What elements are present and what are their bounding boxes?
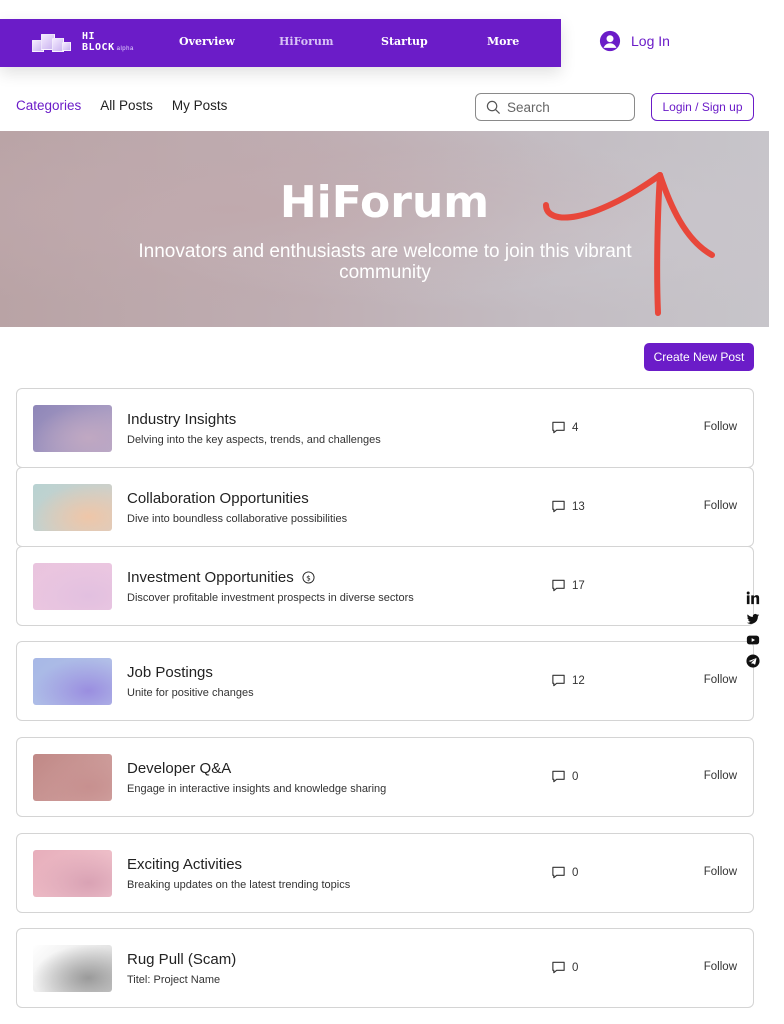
hero-banner: HiForum Innovators and enthusiasts are w… [0, 131, 769, 327]
category-description: Unite for positive changes [127, 687, 254, 699]
hero-title: HiForum [279, 177, 490, 228]
category-thumbnail [33, 754, 112, 801]
category-title[interactable]: Exciting Activities [127, 856, 242, 873]
category-title[interactable]: Job Postings [127, 664, 213, 681]
nav-more[interactable]: More [487, 35, 519, 48]
category-card[interactable]: Developer Q&A Engage in interactive insig… [16, 737, 754, 817]
top-bar: HI BLOCK alpha Overview HiForum Startup M… [0, 0, 784, 84]
comment-icon [552, 500, 565, 513]
linkedin-icon[interactable] [746, 591, 760, 605]
category-description: Discover profitable investment prospects… [127, 592, 414, 604]
twitter-icon[interactable] [746, 612, 760, 626]
category-description: Dive into boundless collaborative possib… [127, 513, 348, 525]
category-thumbnail [33, 658, 112, 705]
forum-tabs: Categories All Posts My Posts [16, 98, 227, 113]
comment-count: 0 [551, 865, 578, 880]
hero-subtitle: Innovators and enthusiasts are welcome t… [138, 241, 632, 283]
category-thumbnail [33, 945, 112, 992]
comment-icon [552, 866, 565, 879]
comment-icon [552, 674, 565, 687]
log-in-label: Log In [631, 33, 670, 49]
comment-count: 17 [551, 578, 585, 593]
comment-count: 12 [551, 673, 585, 688]
login-signup-button[interactable]: Login / Sign up [651, 93, 754, 121]
follow-button[interactable]: Follow [704, 866, 737, 878]
category-title[interactable]: Collaboration Opportunities [127, 490, 309, 507]
comment-count: 0 [551, 769, 578, 784]
tab-all-posts[interactable]: All Posts [100, 98, 153, 113]
follow-button[interactable]: Follow [704, 421, 737, 433]
follow-button[interactable]: Follow [704, 674, 737, 686]
dollar-coin-icon: $ [302, 571, 315, 584]
category-thumbnail [33, 563, 112, 610]
comment-icon [552, 579, 565, 592]
comment-icon [552, 770, 565, 783]
category-card[interactable]: Rug Pull (Scam) Titel: Project Name 0 Follo… [16, 928, 754, 1008]
category-card[interactable]: Collaboration Opportunities Dive into bou… [16, 467, 754, 547]
svg-text:$: $ [306, 573, 311, 582]
logo-wordmark: HI BLOCK alpha [82, 31, 134, 53]
comment-icon [552, 961, 565, 974]
search-box[interactable] [475, 93, 635, 121]
comment-count: 13 [551, 499, 585, 514]
category-thumbnail [33, 850, 112, 897]
category-card[interactable]: Job Postings Unite for positive changes 12… [16, 641, 754, 721]
nav-startup[interactable]: Startup [381, 35, 428, 48]
comment-icon [552, 421, 565, 434]
nav-hiforum[interactable]: HiForum [279, 35, 334, 48]
category-description: Engage in interactive insights and knowl… [127, 783, 387, 795]
user-avatar-icon [599, 30, 621, 52]
tab-my-posts[interactable]: My Posts [172, 98, 228, 113]
search-icon [486, 100, 501, 114]
social-links [746, 591, 762, 675]
create-new-post-button[interactable]: Create New Post [644, 343, 754, 371]
category-title[interactable]: Rug Pull (Scam) [127, 951, 236, 968]
telegram-icon[interactable] [746, 654, 760, 668]
category-description: Breaking updates on the latest trending … [127, 879, 351, 891]
follow-button[interactable]: Follow [704, 500, 737, 512]
category-title[interactable]: Industry Insights [127, 411, 236, 428]
comment-count: 0 [551, 960, 578, 975]
category-description: Delving into the key aspects, trends, an… [127, 434, 381, 446]
search-input[interactable] [507, 99, 627, 115]
tab-categories[interactable]: Categories [16, 98, 81, 113]
nav-overview[interactable]: Overview [179, 35, 235, 48]
follow-button[interactable]: Follow [704, 961, 737, 973]
category-card[interactable]: Industry Insights Delving into the key as… [16, 388, 754, 468]
main-nav: HI BLOCK alpha Overview HiForum Startup M… [0, 19, 561, 67]
logo-cubes-icon [32, 32, 78, 54]
hiblock-logo[interactable]: HI BLOCK alpha [32, 29, 152, 57]
log-in-link[interactable]: Log In [599, 30, 670, 52]
category-title[interactable]: Developer Q&A [127, 760, 231, 777]
category-card[interactable]: Investment Opportunities $ Discover profit… [16, 546, 754, 626]
youtube-icon[interactable] [746, 633, 760, 647]
category-title[interactable]: Investment Opportunities $ [127, 569, 315, 586]
follow-button[interactable]: Follow [704, 770, 737, 782]
category-thumbnail [33, 484, 112, 531]
category-card[interactable]: Exciting Activities Breaking updates on t… [16, 833, 754, 913]
category-thumbnail [33, 405, 112, 452]
category-description: Titel: Project Name [127, 974, 221, 986]
comment-count: 4 [551, 420, 578, 435]
